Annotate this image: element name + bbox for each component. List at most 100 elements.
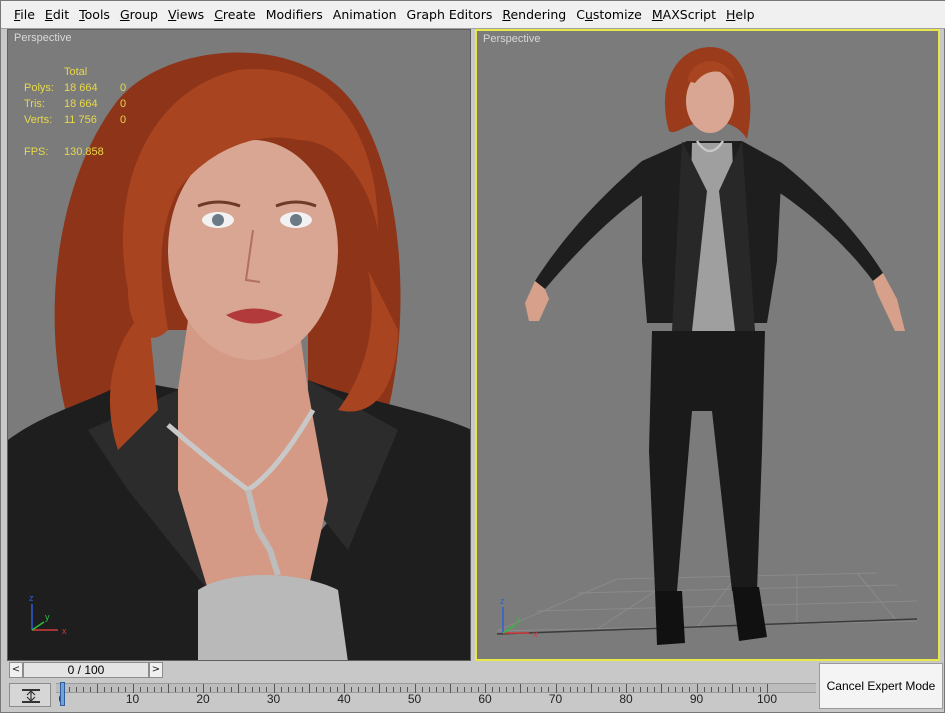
menu-item[interactable]: File xyxy=(9,4,40,26)
frame-tick xyxy=(661,684,663,693)
frame-tick-label: 80 xyxy=(619,692,633,706)
stats-key: Tris: xyxy=(24,98,45,110)
frame-tick xyxy=(372,687,374,692)
menu-item[interactable]: Graph Editors xyxy=(402,4,498,26)
menu-bar: File Edit Tools Group Views Create Modifiers An… xyxy=(1,1,945,29)
axis-x-label: x xyxy=(62,626,67,636)
frame-tick xyxy=(576,687,578,692)
menu-item[interactable]: Modifiers xyxy=(261,4,328,26)
next-frame-button[interactable]: > xyxy=(149,662,163,678)
frame-tick xyxy=(153,687,155,692)
stats-key: Polys: xyxy=(24,82,54,94)
menu-accelerator-letter: H xyxy=(726,6,736,22)
fullbody-render: x z y xyxy=(477,31,938,659)
frame-tick xyxy=(231,687,233,692)
frame-tick xyxy=(315,687,317,692)
current-frame-marker[interactable] xyxy=(60,682,65,706)
frame-tick xyxy=(245,687,247,692)
frame-tick xyxy=(569,687,571,692)
time-slider[interactable]: 0 / 100 xyxy=(23,662,149,678)
prev-frame-icon: < xyxy=(11,664,21,675)
frame-tick xyxy=(351,687,353,692)
stats-verts-row: Verts: 11 756 0 xyxy=(24,112,134,128)
axis-z-label: z xyxy=(500,596,505,606)
frame-tick xyxy=(358,687,360,692)
frame-tick xyxy=(421,687,423,692)
trackbar-toggle-icon xyxy=(22,689,40,703)
frame-tick xyxy=(259,687,261,692)
viewport-label[interactable]: Perspective xyxy=(14,32,71,44)
frame-tick-label: 30 xyxy=(266,692,281,706)
frame-tick xyxy=(393,687,395,692)
stats-fps-row: FPS: 130.858 xyxy=(24,144,134,160)
frame-tick xyxy=(463,687,465,692)
menu-label-part: ools xyxy=(84,6,110,22)
menu-item[interactable]: Tools xyxy=(74,4,115,26)
menu-accelerator-letter: u xyxy=(584,6,593,22)
frame-tick xyxy=(562,687,564,692)
frame-tick xyxy=(492,687,494,692)
frame-tick xyxy=(534,687,536,692)
menu-accelerator-letter: E xyxy=(44,6,53,22)
frame-tick xyxy=(724,687,726,692)
frame-tick xyxy=(174,687,176,692)
frame-tick xyxy=(167,684,169,693)
menu-item[interactable]: Customize xyxy=(571,4,647,26)
axis-z-label: z xyxy=(29,593,34,603)
stats-value: 18 664 xyxy=(64,82,98,94)
frame-tick xyxy=(301,687,303,692)
frame-tick xyxy=(520,684,522,693)
frame-tick xyxy=(675,687,677,692)
stats-key: Verts: xyxy=(24,114,53,126)
menu-item[interactable]: Edit xyxy=(40,4,74,26)
frame-tick-label: 50 xyxy=(407,692,422,706)
frame-tick xyxy=(597,687,599,692)
prev-frame-button[interactable]: < xyxy=(9,662,23,678)
frame-tick xyxy=(308,684,310,693)
frame-tick xyxy=(470,687,472,692)
frame-tick xyxy=(731,684,733,693)
frame-tick xyxy=(590,684,592,693)
frame-tick xyxy=(513,687,515,692)
stats-polys-row: Polys: 18 664 0 xyxy=(24,80,134,96)
menu-label-part: ile xyxy=(20,6,35,22)
track-bar[interactable]: 0102030405060708090100 xyxy=(56,681,816,711)
frame-tick xyxy=(329,687,331,692)
menu-item[interactable]: Help xyxy=(721,4,760,26)
menu-item[interactable]: Animation xyxy=(328,4,402,26)
menu-item[interactable]: Views xyxy=(163,4,209,26)
menu-item[interactable]: Group xyxy=(115,4,163,26)
frame-tick xyxy=(217,687,219,692)
frame-tick xyxy=(703,687,705,692)
frame-tick xyxy=(280,687,282,692)
trackbar-toggle-button[interactable] xyxy=(9,683,51,707)
fps-key: FPS: xyxy=(24,146,49,158)
axis-y-label: y xyxy=(45,612,50,622)
menu-accelerator-letter: M xyxy=(651,6,663,22)
menu-label-part: iews xyxy=(176,6,205,22)
menu-item[interactable]: Create xyxy=(209,4,261,26)
frame-tick xyxy=(633,687,635,692)
cancel-expert-mode-button[interactable]: Cancel Expert Mode xyxy=(819,663,943,709)
frame-tick xyxy=(710,687,712,692)
menu-label-part: Animation xyxy=(332,6,397,22)
frame-tick xyxy=(83,687,85,692)
stats-value: 18 664 xyxy=(64,98,98,110)
frame-tick xyxy=(322,687,324,692)
menu-label-part: endering xyxy=(510,6,567,22)
frame-tick xyxy=(224,687,226,692)
frame-tick xyxy=(238,684,240,693)
face xyxy=(168,140,338,360)
viewport-label[interactable]: Perspective xyxy=(483,33,540,45)
stats-selected: 0 xyxy=(120,98,127,110)
menu-item[interactable]: Rendering xyxy=(497,4,571,26)
menu-item[interactable]: MAXScript xyxy=(647,4,721,26)
frame-tick-label: 10 xyxy=(125,692,140,706)
menu-label-part: reate xyxy=(222,6,256,22)
viewport-right-active[interactable]: x z y Perspective xyxy=(475,29,940,661)
stats-tris-row: Tris: 18 664 0 xyxy=(24,96,134,112)
viewport-left[interactable]: x z y Perspective Total Polys: 18 664 0 … xyxy=(7,29,471,661)
menu-label-part: dit xyxy=(52,6,70,22)
frame-tick xyxy=(499,687,501,692)
frame-tick-label: 60 xyxy=(478,692,492,706)
